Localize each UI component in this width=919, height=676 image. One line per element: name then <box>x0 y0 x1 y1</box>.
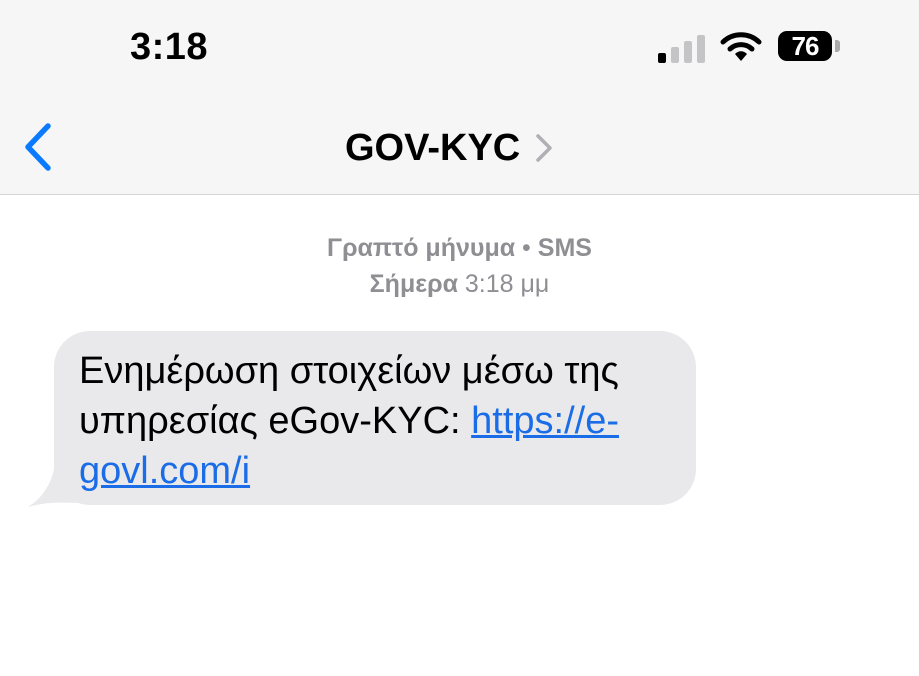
message-type-prefix: Γραπτό μήνυμα <box>327 234 516 262</box>
date-label: Σήμερα <box>369 270 458 298</box>
message-text-line2: υπηρεσίας eGov-KYC: <box>79 400 472 442</box>
battery-cap <box>835 40 840 52</box>
chevron-left-icon[interactable] <box>22 122 54 172</box>
message-text-line1: Ενημέρωση στοιχείων μέσω της <box>79 350 619 392</box>
navigation-header: 3:18 76 GOV-KYC <box>0 0 919 195</box>
message-type-suffix: SMS <box>537 234 592 262</box>
link-part2: govl.com/i <box>79 450 251 492</box>
contact-name: GOV-KYC <box>345 126 521 169</box>
message-bubble-container: Ενημέρωση στοιχείων μέσω της υπηρεσίας e… <box>20 331 696 511</box>
incoming-message-bubble[interactable]: Ενημέρωση στοιχείων μέσω της υπηρεσίας e… <box>54 331 696 505</box>
status-time: 3:18 <box>130 26 209 68</box>
wifi-icon <box>720 32 762 61</box>
battery-icon: 76 <box>778 31 832 61</box>
message-type-label: Γραπτό μήνυμα • SMS <box>0 234 919 263</box>
battery-level: 76 <box>791 31 820 61</box>
cellular-signal-icon <box>658 33 706 63</box>
contact-header-button[interactable]: GOV-KYC <box>345 124 554 172</box>
separator: • <box>515 234 538 262</box>
timestamp-time: 3:18 μμ <box>457 270 550 298</box>
chevron-right-icon <box>536 134 552 162</box>
link-part1: https://e- <box>471 400 619 442</box>
message-timestamp: Σήμερα 3:18 μμ <box>0 270 919 299</box>
